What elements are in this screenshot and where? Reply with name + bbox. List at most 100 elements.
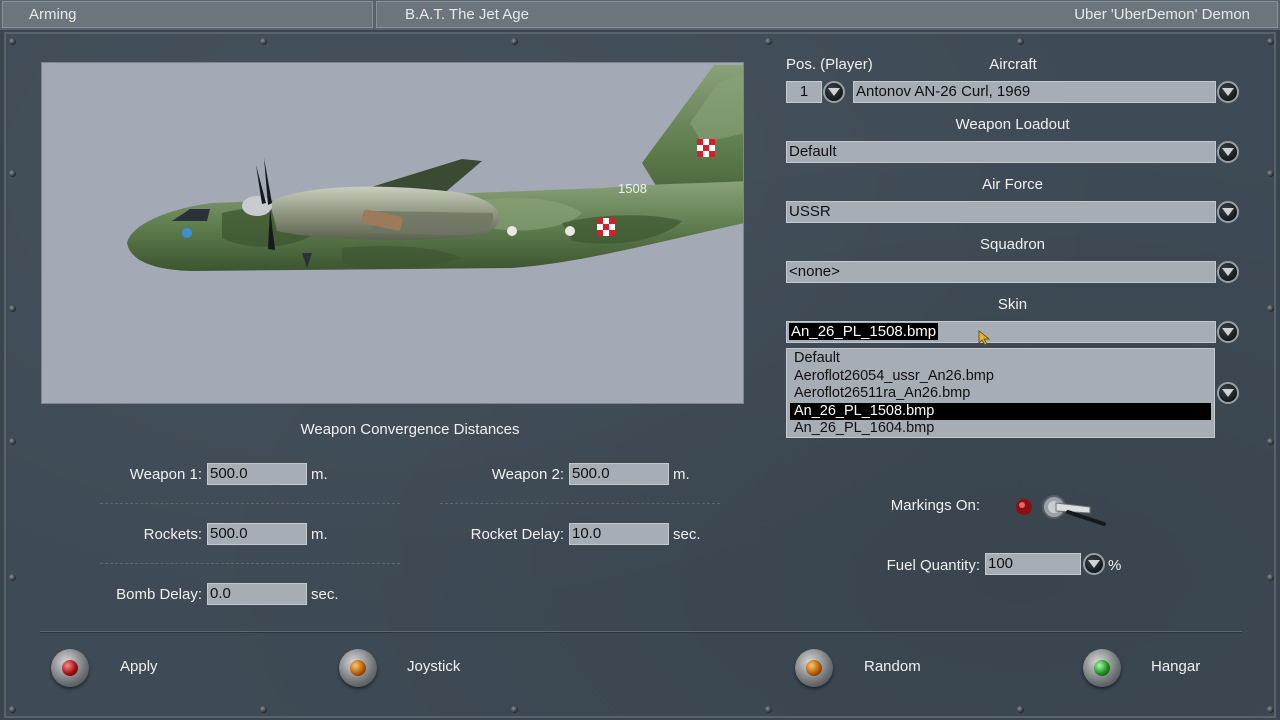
rockets-unit: m.: [311, 526, 328, 543]
apply-button[interactable]: [51, 649, 89, 687]
rivet: [1267, 305, 1274, 312]
rivet: [260, 706, 267, 713]
rivet: [1017, 706, 1024, 713]
divider: [100, 563, 400, 564]
bomb-delay-unit: sec.: [311, 586, 339, 603]
skin-dropdown-button[interactable]: [1217, 321, 1239, 343]
fuel-unit: %: [1108, 557, 1122, 574]
rockets-input[interactable]: 500.0: [207, 523, 307, 545]
airforce-dropdown-button[interactable]: [1217, 201, 1239, 223]
airforce-select[interactable]: USSR: [786, 201, 1216, 223]
loadout-select[interactable]: Default: [786, 141, 1216, 163]
random-button[interactable]: [795, 649, 833, 687]
skin-option-selected[interactable]: An_26_PL_1508.bmp: [790, 402, 1211, 421]
rivet: [765, 706, 772, 713]
fuel-label: Fuel Quantity:: [886, 557, 980, 574]
fuel-dropdown-button[interactable]: [1083, 553, 1105, 575]
markings-label: Markings On:: [890, 497, 980, 514]
rivet: [9, 706, 16, 713]
indicator-lamp-icon: [62, 660, 78, 676]
rivet: [1267, 574, 1274, 581]
cursor-icon: [978, 330, 991, 346]
indicator-lamp-icon: [350, 660, 366, 676]
chevron-down-icon: [1222, 88, 1234, 96]
weapon1-input[interactable]: 500.0: [207, 463, 307, 485]
tail-number: 1508: [618, 181, 647, 196]
random-label: Random: [864, 658, 921, 675]
rivet: [9, 38, 16, 45]
title-segment: B.A.T. The Jet Age Uber 'UberDemon' Demo…: [376, 1, 1278, 28]
loadout-label: Weapon Loadout: [955, 116, 1070, 133]
apply-label: Apply: [120, 658, 158, 675]
aircraft-select[interactable]: Antonov AN-26 Curl, 1969: [853, 81, 1216, 103]
game-title: B.A.T. The Jet Age: [405, 6, 529, 23]
top-bar: Arming B.A.T. The Jet Age Uber 'UberDemo…: [0, 0, 1280, 30]
rocket-delay-label: Rocket Delay:: [470, 526, 564, 543]
joystick-button[interactable]: [339, 649, 377, 687]
rivet: [511, 38, 518, 45]
weapon2-input[interactable]: 500.0: [569, 463, 669, 485]
bomb-delay-input[interactable]: 0.0: [207, 583, 307, 605]
skin-option[interactable]: Default: [790, 350, 1211, 368]
squadron-label: Squadron: [979, 236, 1046, 253]
chevron-down-icon: [1088, 560, 1100, 568]
position-field[interactable]: 1: [786, 81, 822, 103]
chevron-down-icon: [1222, 148, 1234, 156]
toggle-switch-icon[interactable]: [1010, 490, 1106, 530]
skin-option[interactable]: Aeroflot26054_ussr_An26.bmp: [790, 368, 1211, 386]
bottom-separator: [40, 631, 1242, 633]
rocket-delay-unit: sec.: [673, 526, 701, 543]
rivet: [9, 574, 16, 581]
rivet: [1017, 38, 1024, 45]
skin-options-list[interactable]: Default Aeroflot26054_ussr_An26.bmp Aero…: [786, 348, 1215, 438]
skin-option[interactable]: An_26_PL_1604.bmp: [790, 420, 1211, 438]
hangar-button[interactable]: [1083, 649, 1121, 687]
pos-label: Pos. (Player): [786, 56, 873, 73]
chevron-down-icon: [828, 88, 840, 96]
rivet: [260, 38, 267, 45]
aircraft-label: Aircraft: [989, 56, 1037, 73]
rivet: [9, 438, 16, 445]
aircraft-dropdown-button[interactable]: [1217, 81, 1239, 103]
rocket-delay-input[interactable]: 10.0: [569, 523, 669, 545]
weapon1-label: Weapon 1:: [129, 466, 202, 483]
rivet: [1267, 438, 1274, 445]
fuel-input[interactable]: 100: [985, 553, 1081, 575]
chevron-down-icon: [1222, 208, 1234, 216]
chevron-down-icon: [1222, 389, 1234, 397]
rockets-label: Rockets:: [143, 526, 202, 543]
skin-label: Skin: [997, 296, 1028, 313]
rivet: [765, 38, 772, 45]
joystick-label: Joystick: [407, 658, 461, 675]
rivet: [511, 706, 518, 713]
chevron-down-icon: [1222, 328, 1234, 336]
weapon2-unit: m.: [673, 466, 690, 483]
aircraft-image: 1508: [127, 65, 743, 271]
rivet: [1267, 706, 1274, 713]
rivet: [1267, 170, 1274, 177]
airforce-label: Air Force: [982, 176, 1043, 193]
hangar-label: Hangar: [1151, 658, 1201, 675]
screen-title: Arming: [2, 1, 373, 28]
divider: [100, 503, 400, 504]
player-name: Uber 'UberDemon' Demon: [1074, 6, 1250, 23]
convergence-heading: Weapon Convergence Distances: [300, 421, 520, 438]
loadout-dropdown-button[interactable]: [1217, 141, 1239, 163]
chevron-down-icon: [1222, 268, 1234, 276]
divider: [440, 503, 720, 504]
skin-select[interactable]: An_26_PL_1508.bmp: [786, 321, 1216, 343]
skin-selected-text: An_26_PL_1508.bmp: [789, 323, 939, 340]
indicator-lamp-icon: [1094, 660, 1110, 676]
bomb-delay-label: Bomb Delay:: [116, 586, 202, 603]
rivet: [1267, 38, 1274, 45]
hidden-field-dropdown-button[interactable]: [1217, 382, 1239, 404]
position-dropdown-button[interactable]: [823, 81, 845, 103]
rivet: [9, 305, 16, 312]
squadron-select[interactable]: <none>: [786, 261, 1216, 283]
weapon2-label: Weapon 2:: [491, 466, 564, 483]
squadron-dropdown-button[interactable]: [1217, 261, 1239, 283]
skin-option[interactable]: Aeroflot26511ra_An26.bmp: [790, 385, 1211, 403]
weapon1-unit: m.: [311, 466, 328, 483]
aircraft-preview[interactable]: 1508: [41, 62, 744, 404]
indicator-lamp-icon: [806, 660, 822, 676]
